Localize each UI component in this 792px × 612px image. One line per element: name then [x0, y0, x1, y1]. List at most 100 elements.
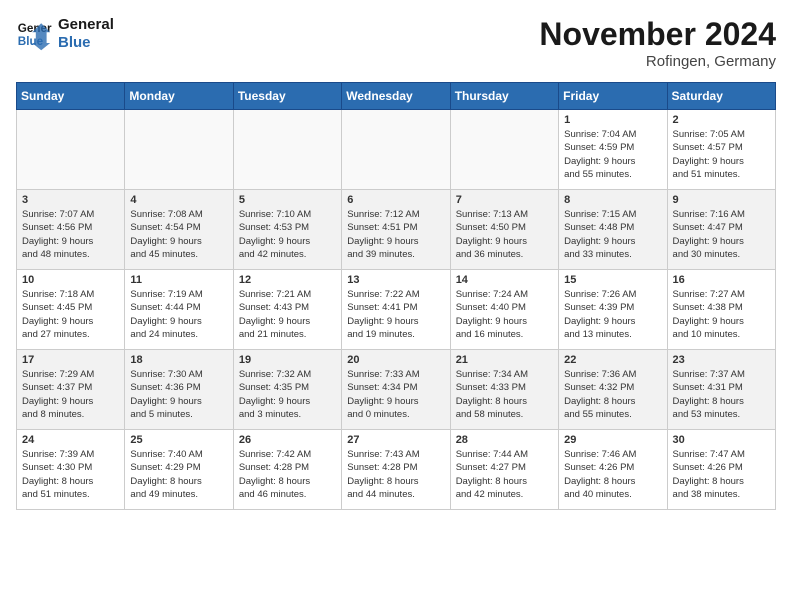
day-info: Sunrise: 7:40 AM Sunset: 4:29 PM Dayligh…: [130, 448, 227, 501]
day-info: Sunrise: 7:44 AM Sunset: 4:27 PM Dayligh…: [456, 448, 553, 501]
calendar-cell: 14Sunrise: 7:24 AM Sunset: 4:40 PM Dayli…: [450, 270, 558, 350]
calendar-cell: [342, 110, 450, 190]
calendar-cell: 28Sunrise: 7:44 AM Sunset: 4:27 PM Dayli…: [450, 430, 558, 510]
day-number: 12: [239, 274, 336, 286]
calendar-header: SundayMondayTuesdayWednesdayThursdayFrid…: [17, 83, 776, 110]
calendar: SundayMondayTuesdayWednesdayThursdayFrid…: [16, 82, 776, 510]
calendar-cell: 22 Sunrise: 7:36 AM Sunset: 4:32 PM Dayli…: [559, 350, 667, 430]
calendar-cell: 25 Sunrise: 7:40 AM Sunset: 4:29 PM Dayli…: [125, 430, 233, 510]
day-info: Sunrise: 7:18 AM Sunset: 4:45 PM Dayligh…: [22, 288, 119, 341]
day-info: Sunrise: 7:29 AM Sunset: 4:37 PM Dayligh…: [22, 368, 119, 421]
weekday-header-monday: Monday: [125, 83, 233, 110]
day-info: Sunrise: 7:33 AM Sunset: 4:34 PM Dayligh…: [347, 368, 444, 421]
calendar-cell: [125, 110, 233, 190]
day-info: Sunrise: 7:19 AM Sunset: 4:44 PM Dayligh…: [130, 288, 227, 341]
calendar-cell: [233, 110, 341, 190]
logo-line2: Blue: [58, 34, 114, 52]
day-number: 24: [22, 434, 119, 446]
calendar-cell: 13 Sunrise: 7:22 AM Sunset: 4:41 PM Dayli…: [342, 270, 450, 350]
calendar-cell: 21 Sunrise: 7:34 AM Sunset: 4:33 PM Dayli…: [450, 350, 558, 430]
calendar-cell: 24 Sunrise: 7:39 AM Sunset: 4:30 PM Dayli…: [17, 430, 125, 510]
day-number: 20: [347, 354, 444, 366]
calendar-week-row: 10 Sunrise: 7:18 AM Sunset: 4:45 PM Dayli…: [17, 270, 776, 350]
day-number: 27: [347, 434, 444, 446]
day-info: Sunrise: 7:04 AM Sunset: 4:59 PM Dayligh…: [564, 128, 661, 181]
logo-line1: General: [58, 16, 114, 34]
svg-text:General: General: [18, 22, 52, 35]
day-info: Sunrise: 7:10 AM Sunset: 4:53 PM Dayligh…: [239, 208, 336, 261]
calendar-cell: 27 Sunrise: 7:43 AM Sunset: 4:28 PM Dayli…: [342, 430, 450, 510]
day-info: Sunrise: 7:27 AM Sunset: 4:38 PM Dayligh…: [673, 288, 770, 341]
calendar-cell: 23 Sunrise: 7:37 AM Sunset: 4:31 PM Dayli…: [667, 350, 775, 430]
calendar-cell: 6Sunrise: 7:12 AM Sunset: 4:51 PM Daylig…: [342, 190, 450, 270]
day-number: 5: [239, 194, 336, 206]
day-number: 21: [456, 354, 553, 366]
day-info: Sunrise: 7:47 AM Sunset: 4:26 PM Dayligh…: [673, 448, 770, 501]
calendar-cell: 10 Sunrise: 7:18 AM Sunset: 4:45 PM Dayli…: [17, 270, 125, 350]
calendar-cell: 9Sunrise: 7:16 AM Sunset: 4:47 PM Daylig…: [667, 190, 775, 270]
day-info: Sunrise: 7:36 AM Sunset: 4:32 PM Dayligh…: [564, 368, 661, 421]
day-number: 19: [239, 354, 336, 366]
day-number: 22: [564, 354, 661, 366]
weekday-header-tuesday: Tuesday: [233, 83, 341, 110]
logo: General Blue General Blue: [16, 16, 114, 52]
day-info: Sunrise: 7:32 AM Sunset: 4:35 PM Dayligh…: [239, 368, 336, 421]
calendar-cell: [17, 110, 125, 190]
day-info: Sunrise: 7:37 AM Sunset: 4:31 PM Dayligh…: [673, 368, 770, 421]
day-number: 4: [130, 194, 227, 206]
day-info: Sunrise: 7:26 AM Sunset: 4:39 PM Dayligh…: [564, 288, 661, 341]
weekday-header-wednesday: Wednesday: [342, 83, 450, 110]
day-info: Sunrise: 7:07 AM Sunset: 4:56 PM Dayligh…: [22, 208, 119, 261]
calendar-body: 1 Sunrise: 7:04 AM Sunset: 4:59 PM Daylig…: [17, 110, 776, 510]
day-number: 14: [456, 274, 553, 286]
day-info: Sunrise: 7:43 AM Sunset: 4:28 PM Dayligh…: [347, 448, 444, 501]
day-info: Sunrise: 7:42 AM Sunset: 4:28 PM Dayligh…: [239, 448, 336, 501]
day-number: 11: [130, 274, 227, 286]
day-number: 26: [239, 434, 336, 446]
calendar-week-row: 1 Sunrise: 7:04 AM Sunset: 4:59 PM Daylig…: [17, 110, 776, 190]
day-number: 13: [347, 274, 444, 286]
calendar-cell: 8 Sunrise: 7:15 AM Sunset: 4:48 PM Daylig…: [559, 190, 667, 270]
calendar-cell: 29Sunrise: 7:46 AM Sunset: 4:26 PM Dayli…: [559, 430, 667, 510]
calendar-cell: 19 Sunrise: 7:32 AM Sunset: 4:35 PM Dayli…: [233, 350, 341, 430]
calendar-cell: 1 Sunrise: 7:04 AM Sunset: 4:59 PM Daylig…: [559, 110, 667, 190]
calendar-cell: 15Sunrise: 7:26 AM Sunset: 4:39 PM Dayli…: [559, 270, 667, 350]
calendar-cell: [450, 110, 558, 190]
day-number: 10: [22, 274, 119, 286]
day-info: Sunrise: 7:39 AM Sunset: 4:30 PM Dayligh…: [22, 448, 119, 501]
weekday-header-row: SundayMondayTuesdayWednesdayThursdayFrid…: [17, 83, 776, 110]
day-number: 6: [347, 194, 444, 206]
weekday-header-thursday: Thursday: [450, 83, 558, 110]
day-number: 3: [22, 194, 119, 206]
day-number: 23: [673, 354, 770, 366]
calendar-cell: 7Sunrise: 7:13 AM Sunset: 4:50 PM Daylig…: [450, 190, 558, 270]
day-number: 17: [22, 354, 119, 366]
calendar-cell: 2Sunrise: 7:05 AM Sunset: 4:57 PM Daylig…: [667, 110, 775, 190]
day-info: Sunrise: 7:15 AM Sunset: 4:48 PM Dayligh…: [564, 208, 661, 261]
weekday-header-saturday: Saturday: [667, 83, 775, 110]
day-number: 25: [130, 434, 227, 446]
calendar-cell: 20 Sunrise: 7:33 AM Sunset: 4:34 PM Dayli…: [342, 350, 450, 430]
calendar-cell: 4 Sunrise: 7:08 AM Sunset: 4:54 PM Daylig…: [125, 190, 233, 270]
calendar-cell: 12 Sunrise: 7:21 AM Sunset: 4:43 PM Dayli…: [233, 270, 341, 350]
day-info: Sunrise: 7:30 AM Sunset: 4:36 PM Dayligh…: [130, 368, 227, 421]
day-number: 8: [564, 194, 661, 206]
day-number: 16: [673, 274, 770, 286]
calendar-cell: 17 Sunrise: 7:29 AM Sunset: 4:37 PM Dayli…: [17, 350, 125, 430]
month-title: November 2024: [539, 16, 776, 53]
day-info: Sunrise: 7:46 AM Sunset: 4:26 PM Dayligh…: [564, 448, 661, 501]
day-info: Sunrise: 7:08 AM Sunset: 4:54 PM Dayligh…: [130, 208, 227, 261]
calendar-cell: 16 Sunrise: 7:27 AM Sunset: 4:38 PM Dayli…: [667, 270, 775, 350]
calendar-cell: 30Sunrise: 7:47 AM Sunset: 4:26 PM Dayli…: [667, 430, 775, 510]
day-info: Sunrise: 7:22 AM Sunset: 4:41 PM Dayligh…: [347, 288, 444, 341]
day-info: Sunrise: 7:21 AM Sunset: 4:43 PM Dayligh…: [239, 288, 336, 341]
calendar-cell: 3 Sunrise: 7:07 AM Sunset: 4:56 PM Daylig…: [17, 190, 125, 270]
day-info: Sunrise: 7:16 AM Sunset: 4:47 PM Dayligh…: [673, 208, 770, 261]
day-number: 18: [130, 354, 227, 366]
calendar-cell: 11 Sunrise: 7:19 AM Sunset: 4:44 PM Dayli…: [125, 270, 233, 350]
weekday-header-sunday: Sunday: [17, 83, 125, 110]
calendar-cell: 18 Sunrise: 7:30 AM Sunset: 4:36 PM Dayli…: [125, 350, 233, 430]
location: Rofingen, Germany: [539, 53, 776, 70]
day-number: 1: [564, 114, 661, 126]
day-info: Sunrise: 7:34 AM Sunset: 4:33 PM Dayligh…: [456, 368, 553, 421]
